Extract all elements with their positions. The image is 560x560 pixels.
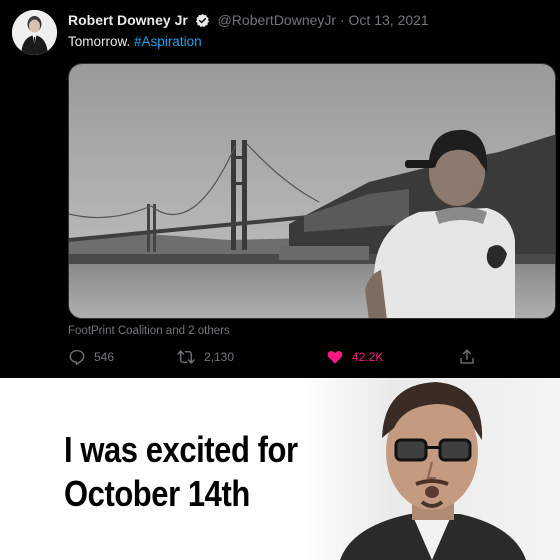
author-avatar[interactable]	[12, 10, 57, 55]
retweet-count: 2,130	[204, 350, 235, 364]
tweet-header: Robert Downey Jr @RobertDowneyJr · Oct 1…	[68, 12, 429, 31]
share-button[interactable]	[458, 348, 476, 366]
retweet-button[interactable]: 2,130	[176, 348, 234, 366]
like-button[interactable]: 42.2K	[326, 348, 383, 366]
tweet-media-image[interactable]	[68, 63, 556, 319]
caption-line-1: I was excited for	[64, 429, 298, 470]
meme-caption-panel: I was excited for October 14th	[0, 378, 560, 560]
reply-button[interactable]: 546	[68, 348, 114, 366]
like-count: 42.2K	[352, 350, 384, 364]
meme-caption: I was excited for October 14th	[64, 428, 322, 516]
author-handle[interactable]: @RobertDowneyJr	[218, 12, 336, 28]
reply-count: 546	[94, 350, 115, 364]
reply-icon	[68, 348, 86, 366]
tweet-date[interactable]: Oct 13, 2021	[349, 12, 429, 28]
tweet-card[interactable]: Robert Downey Jr @RobertDowneyJr · Oct 1…	[0, 0, 560, 378]
share-icon	[458, 348, 476, 366]
retweet-icon	[176, 348, 196, 366]
like-icon	[326, 348, 344, 366]
actor-reaction-image	[300, 378, 560, 560]
caption-line-2: October 14th	[64, 473, 250, 514]
author-name[interactable]: Robert Downey Jr	[68, 12, 188, 28]
tagged-users-link[interactable]: FootPrint Coalition and 2 others	[68, 325, 230, 337]
tweet-text: Tomorrow. #Aspiration	[68, 34, 202, 49]
header-separator: ·	[339, 12, 345, 28]
tweet-actions-bar: 546 2,130 42.2K	[68, 348, 488, 370]
tweet-body: Tomorrow.	[68, 34, 131, 49]
hashtag-link[interactable]: #Aspiration	[134, 34, 202, 49]
verified-badge-icon	[195, 13, 210, 31]
